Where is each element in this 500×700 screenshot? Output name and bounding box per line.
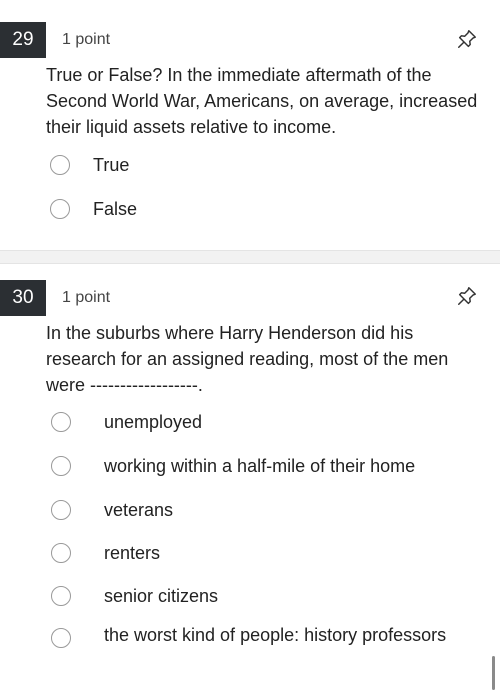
pin-icon[interactable] — [456, 285, 478, 307]
q30-option-unemployed[interactable]: unemployed — [51, 407, 202, 437]
scrollbar-thumb[interactable] — [492, 656, 495, 690]
pin-icon[interactable] — [456, 28, 478, 50]
q29-option-true[interactable]: True — [50, 150, 129, 180]
radio-button-icon[interactable] — [51, 586, 71, 606]
radio-button-icon[interactable] — [51, 543, 71, 563]
q30-option-history-professors[interactable]: the worst kind of people: history profes… — [51, 623, 464, 679]
radio-button-icon[interactable] — [51, 456, 71, 476]
radio-button-icon[interactable] — [50, 199, 70, 219]
question-30-points: 1 point — [62, 289, 111, 306]
q30-option-senior-citizens[interactable]: senior citizens — [51, 581, 218, 611]
question-29-card: 29 1 point True or False? In the immedia… — [0, 0, 500, 250]
q30-option-label: the worst kind of people: history profes… — [104, 625, 447, 645]
q30-option-label: working within a half-mile of their home — [104, 455, 416, 476]
q30-option-label: unemployed — [104, 411, 203, 432]
q30-option-label: senior citizens — [104, 585, 219, 606]
q29-option-label: True — [93, 154, 130, 175]
question-29-text: True or False? In the immediate aftermat… — [46, 65, 478, 137]
q30-option-label: renters — [104, 542, 161, 563]
q29-option-false[interactable]: False — [50, 194, 137, 224]
radio-button-icon[interactable] — [51, 412, 71, 432]
question-30-card: 30 1 point In the suburbs where Harry He… — [0, 262, 500, 700]
q29-option-label: False — [93, 198, 138, 219]
question-number-29: 29 — [0, 22, 46, 58]
q30-option-working-nearby[interactable]: working within a half-mile of their home — [51, 451, 415, 481]
question-number-30: 30 — [0, 280, 46, 316]
radio-button-icon[interactable] — [50, 155, 70, 175]
q30-option-renters[interactable]: renters — [51, 538, 160, 568]
radio-button-icon[interactable] — [51, 500, 71, 520]
question-29-points: 1 point — [62, 31, 111, 48]
q30-option-veterans[interactable]: veterans — [51, 495, 173, 525]
q30-option-label: veterans — [104, 499, 174, 520]
radio-button-icon[interactable] — [51, 628, 71, 648]
question-30-text: In the suburbs where Harry Henderson did… — [46, 323, 449, 395]
